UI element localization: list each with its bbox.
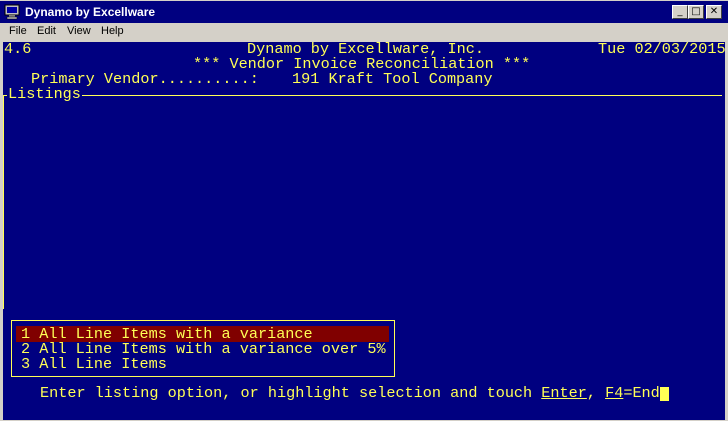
command-prompt: Enter listing option, or highlight selec… bbox=[40, 384, 660, 402]
maximize-button[interactable]: □ bbox=[688, 5, 704, 19]
menu-view[interactable]: View bbox=[67, 25, 91, 37]
vendor-value: 191 Kraft Tool Company bbox=[292, 70, 493, 88]
listings-label: Listings bbox=[7, 85, 82, 103]
prompt-prefix: Enter listing option, or highlight selec… bbox=[40, 384, 542, 402]
enter-key-hint[interactable]: Enter bbox=[541, 384, 587, 402]
version-text: 4.6 bbox=[4, 42, 32, 58]
menu-edit[interactable]: Edit bbox=[37, 25, 56, 37]
prompt-suffix: =End bbox=[623, 384, 660, 402]
maximize-icon: □ bbox=[691, 6, 701, 17]
listings-divider bbox=[3, 95, 722, 96]
date-text: Tue 02/03/2015 bbox=[598, 42, 725, 58]
option-3[interactable]: 3 All Line Items bbox=[21, 356, 167, 372]
terminal-screen[interactable]: 4.6 Dynamo by Excellware, Inc. Tue 02/03… bbox=[3, 42, 725, 420]
window-titlebar[interactable]: Dynamo by Excellware _ □ ✕ bbox=[0, 0, 728, 23]
close-button[interactable]: ✕ bbox=[706, 5, 722, 19]
minimize-icon: _ bbox=[677, 6, 683, 17]
menu-file[interactable]: File bbox=[9, 25, 27, 37]
prompt-separator: , bbox=[586, 384, 606, 402]
window-title: Dynamo by Excellware bbox=[25, 5, 156, 19]
f4-key-hint[interactable]: F4 bbox=[605, 384, 623, 402]
text-cursor bbox=[660, 387, 669, 401]
menu-bar: File Edit View Help bbox=[0, 23, 728, 42]
monitor-app-icon bbox=[4, 4, 20, 20]
menu-help[interactable]: Help bbox=[101, 25, 124, 37]
listings-border bbox=[3, 95, 4, 309]
close-icon: ✕ bbox=[709, 6, 719, 17]
minimize-button[interactable]: _ bbox=[672, 5, 688, 19]
